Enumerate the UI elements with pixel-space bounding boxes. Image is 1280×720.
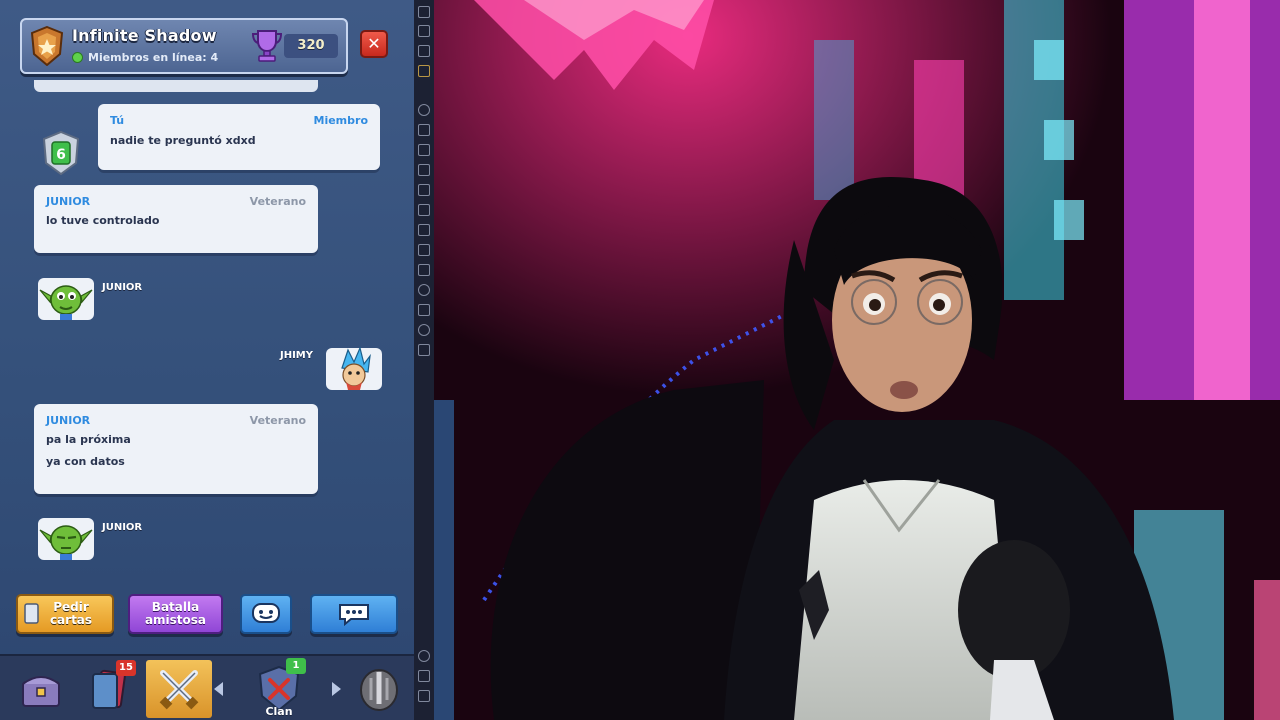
- screen-root: Infinite Shadow Miembros en línea: 4 320…: [0, 0, 1280, 720]
- game-panel: Infinite Shadow Miembros en línea: 4 320…: [0, 0, 414, 720]
- message-role: Miembro: [313, 114, 369, 127]
- scene-icon[interactable]: [418, 124, 430, 136]
- online-members-label: Miembros en línea: 4: [88, 51, 219, 64]
- bulb-icon[interactable]: [418, 284, 430, 296]
- chat-icon: [339, 604, 369, 626]
- online-status-icon: [72, 52, 83, 63]
- trophy-icon: [251, 30, 283, 62]
- screenshot-icon[interactable]: [418, 164, 430, 176]
- friendly-battle-button[interactable]: Batalla amistosa: [128, 594, 223, 634]
- nav-right-arrow-icon[interactable]: [332, 682, 341, 696]
- message-line: pa la próxima: [46, 433, 131, 446]
- webcam-feed: [434, 0, 1280, 720]
- wizard-emote-icon: [326, 346, 382, 390]
- message-sender: JUNIOR: [46, 195, 91, 208]
- emoji-icon: [252, 603, 280, 623]
- fullscreen-icon[interactable]: [418, 6, 430, 18]
- online-members-row: Miembros en línea: 4: [72, 51, 218, 64]
- clan-header[interactable]: Infinite Shadow Miembros en línea: 4 320: [20, 18, 348, 74]
- request-cards-label: Pedir cartas: [49, 600, 93, 627]
- previous-message-stub: [34, 80, 318, 92]
- streaming-side-toolbar: [414, 0, 434, 720]
- emote-sender: JUNIOR: [102, 282, 143, 293]
- edit-icon[interactable]: [418, 264, 430, 276]
- clan-name: Infinite Shadow: [72, 26, 217, 45]
- message-sender: JUNIOR: [46, 414, 91, 427]
- level-shield-icon: 6: [42, 130, 80, 176]
- settings-icon[interactable]: [418, 650, 430, 662]
- cards-icon: [24, 603, 39, 624]
- close-button[interactable]: ✕: [360, 30, 388, 58]
- bottom-navigation: 15 1: [0, 654, 414, 720]
- chat-message: JUNIOR Veterano lo tuve controlado: [34, 185, 318, 253]
- request-cards-button[interactable]: Pedir cartas: [16, 594, 114, 634]
- keyboard-icon[interactable]: [418, 144, 430, 156]
- emote-button[interactable]: [240, 594, 292, 634]
- transition-icon[interactable]: [418, 224, 430, 236]
- layers-icon[interactable]: [418, 244, 430, 256]
- chat-message: JUNIOR Veterano pa la próxima ya con dat…: [34, 404, 318, 494]
- camera-icon[interactable]: [418, 184, 430, 196]
- clan-notification-badge: 1: [286, 658, 306, 674]
- nav-tournaments[interactable]: [348, 660, 410, 718]
- close-icon: ✕: [367, 34, 381, 53]
- nav-clan-label: Clan: [265, 705, 293, 718]
- nav-left-arrow-icon[interactable]: [214, 682, 223, 696]
- chat-message-own: Tú Miembro nadie te preguntó xdxd: [98, 104, 380, 170]
- stack-icon[interactable]: [418, 304, 430, 316]
- briefcase-icon[interactable]: [418, 65, 430, 77]
- message-line: ya con datos: [46, 455, 125, 468]
- history-icon[interactable]: [418, 324, 430, 336]
- goblin-emote-icon: [38, 518, 94, 560]
- clan-badge-icon: [30, 26, 64, 66]
- pin-icon[interactable]: [418, 690, 430, 702]
- tournament-icon: [360, 669, 398, 711]
- chest-icon: [22, 676, 60, 707]
- message-text: lo tuve controlado: [46, 214, 160, 227]
- volume-icon[interactable]: [418, 25, 430, 37]
- friendly-battle-label: Batalla amistosa: [144, 600, 207, 627]
- target-icon[interactable]: [418, 104, 430, 116]
- record-icon[interactable]: [418, 45, 430, 57]
- chat-button[interactable]: [310, 594, 398, 634]
- message-text: nadie te preguntó xdxd: [110, 134, 256, 147]
- message-sender: Tú: [110, 114, 125, 127]
- message-role: Veterano: [249, 414, 306, 427]
- level-number: 6: [56, 147, 66, 163]
- cards-notification-badge: 15: [116, 660, 136, 676]
- nav-battle[interactable]: [146, 660, 212, 718]
- image-icon[interactable]: [418, 204, 430, 216]
- nav-shop[interactable]: [10, 660, 72, 718]
- message-role: Veterano: [249, 195, 306, 208]
- emote-sender: JUNIOR: [102, 522, 143, 533]
- emote-sender: JHIMY: [280, 350, 314, 361]
- clan-trophy-count: 320: [284, 34, 338, 58]
- battle-swords-icon: [159, 670, 199, 710]
- goblin-emote-icon: [38, 278, 94, 320]
- panel-icon[interactable]: [418, 344, 430, 356]
- nav-cards[interactable]: 15: [78, 660, 140, 718]
- webcam-scene-image: [434, 0, 1280, 720]
- exit-icon[interactable]: [418, 670, 430, 682]
